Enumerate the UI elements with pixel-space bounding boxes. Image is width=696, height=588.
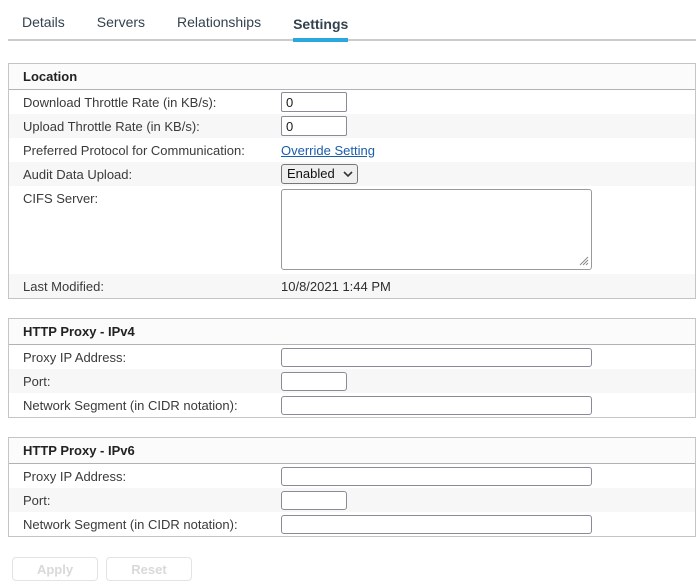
http-proxy-ipv6-title: HTTP Proxy - IPv6: [9, 438, 695, 464]
tab-servers[interactable]: Servers: [97, 14, 145, 39]
cifs-server-row: CIFS Server:: [9, 186, 695, 274]
ipv6-network-segment-row: Network Segment (in CIDR notation):: [9, 512, 695, 536]
http-proxy-ipv4-section: HTTP Proxy - IPv4 Proxy IP Address: Port…: [8, 318, 696, 418]
ipv4-network-segment-input[interactable]: [281, 396, 592, 415]
ipv6-port-input[interactable]: [281, 491, 347, 510]
preferred-protocol-label: Preferred Protocol for Communication:: [23, 143, 281, 158]
preferred-protocol-row: Preferred Protocol for Communication: Ov…: [9, 138, 695, 162]
ipv4-port-label: Port:: [23, 374, 281, 389]
last-modified-row: Last Modified: 10/8/2021 1:44 PM: [9, 274, 695, 298]
cifs-server-textarea[interactable]: [281, 189, 592, 270]
ipv6-proxy-ip-input[interactable]: [281, 467, 592, 486]
apply-button[interactable]: Apply: [12, 557, 98, 581]
ipv6-network-segment-label: Network Segment (in CIDR notation):: [23, 517, 281, 532]
audit-data-upload-select[interactable]: Enabled: [281, 164, 358, 184]
ipv4-proxy-ip-row: Proxy IP Address:: [9, 345, 695, 369]
tab-settings[interactable]: Settings: [293, 16, 348, 42]
download-throttle-label: Download Throttle Rate (in KB/s):: [23, 95, 281, 110]
reset-button[interactable]: Reset: [106, 557, 192, 581]
tab-relationships[interactable]: Relationships: [177, 14, 261, 39]
location-section-title: Location: [9, 64, 695, 90]
http-proxy-ipv4-title: HTTP Proxy - IPv4: [9, 319, 695, 345]
ipv4-port-input[interactable]: [281, 372, 347, 391]
upload-throttle-label: Upload Throttle Rate (in KB/s):: [23, 119, 281, 134]
audit-data-upload-select-wrap: Enabled: [281, 164, 358, 184]
tab-bar: Details Servers Relationships Settings: [8, 0, 696, 41]
ipv6-proxy-ip-label: Proxy IP Address:: [23, 469, 281, 484]
action-bar: Apply Reset: [12, 557, 696, 581]
override-setting-link[interactable]: Override Setting: [281, 143, 375, 158]
ipv6-port-label: Port:: [23, 493, 281, 508]
ipv4-network-segment-label: Network Segment (in CIDR notation):: [23, 398, 281, 413]
ipv4-proxy-ip-label: Proxy IP Address:: [23, 350, 281, 365]
http-proxy-ipv6-section: HTTP Proxy - IPv6 Proxy IP Address: Port…: [8, 437, 696, 537]
location-section: Location Download Throttle Rate (in KB/s…: [8, 63, 696, 299]
cifs-server-label: CIFS Server:: [23, 189, 281, 206]
upload-throttle-input[interactable]: [281, 116, 347, 136]
download-throttle-input[interactable]: [281, 92, 347, 112]
ipv4-port-row: Port:: [9, 369, 695, 393]
download-throttle-row: Download Throttle Rate (in KB/s):: [9, 90, 695, 114]
ipv4-network-segment-row: Network Segment (in CIDR notation):: [9, 393, 695, 417]
last-modified-value: 10/8/2021 1:44 PM: [281, 279, 391, 294]
upload-throttle-row: Upload Throttle Rate (in KB/s):: [9, 114, 695, 138]
audit-data-upload-row: Audit Data Upload: Enabled: [9, 162, 695, 186]
tab-details[interactable]: Details: [22, 14, 65, 39]
audit-data-upload-label: Audit Data Upload:: [23, 167, 281, 182]
ipv6-proxy-ip-row: Proxy IP Address:: [9, 464, 695, 488]
ipv6-network-segment-input[interactable]: [281, 515, 592, 534]
ipv6-port-row: Port:: [9, 488, 695, 512]
last-modified-label: Last Modified:: [23, 279, 281, 294]
ipv4-proxy-ip-input[interactable]: [281, 348, 592, 367]
